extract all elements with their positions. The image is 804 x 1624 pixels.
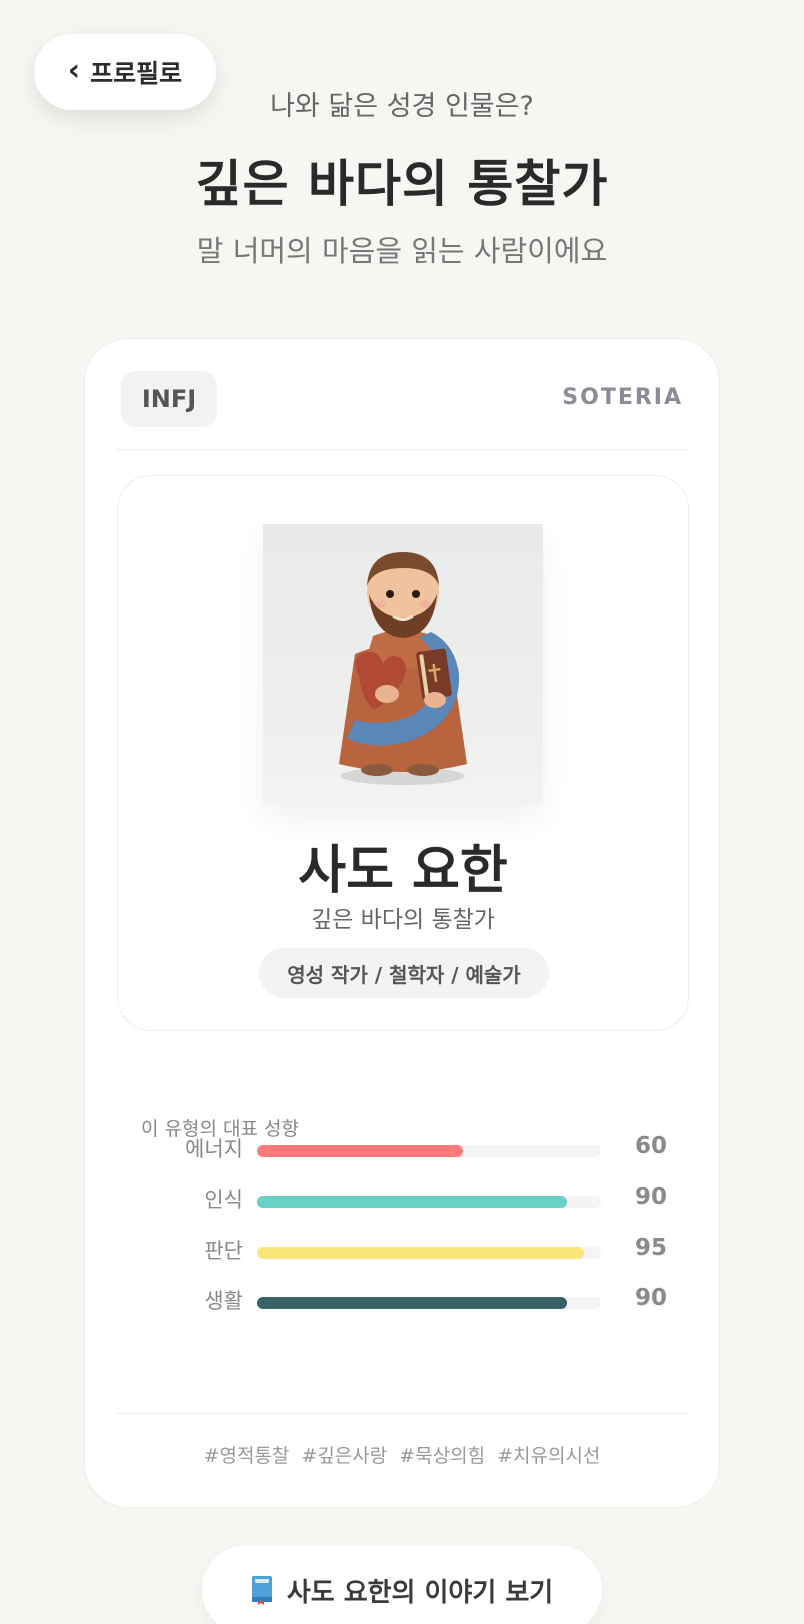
figure-panel: 사도 요한 깊은 바다의 통찰가 영성 작가 / 철학자 / 예술가 [117,475,689,1031]
trait-fill [257,1247,584,1259]
mbti-badge: INFJ [121,371,217,427]
hashtag: #묵상의힘 [399,1445,486,1467]
hashtag: #영적통찰 [203,1445,290,1467]
hashtag-list: #영적통찰 #깊은사랑 #묵상의힘 #치유의시선 [85,1441,719,1468]
trait-row-lifestyle: 생활 90 [85,1283,719,1319]
trait-value: 95 [634,1235,667,1261]
divider [117,1413,687,1414]
card-header: INFJ SOTERIA [85,339,719,449]
trait-row-perception: 인식 90 [85,1182,719,1218]
trait-fill [257,1145,464,1157]
chevron-left-icon: ‹ [67,53,81,88]
trait-value: 60 [634,1133,667,1159]
trait-row-judgment: 판단 95 [85,1233,719,1269]
trait-label: 인식 [204,1188,243,1212]
figure-title: 깊은 바다의 통찰가 [311,907,495,933]
trait-track [257,1145,601,1157]
trait-track [257,1247,601,1259]
trait-track [257,1297,601,1309]
trait-label: 에너지 [185,1137,243,1161]
trait-fill [257,1297,567,1309]
question-text: 나와 닮은 성경 인물은? [270,91,534,122]
divider [117,449,687,450]
trait-label: 생활 [204,1289,243,1313]
trait-fill [257,1196,567,1208]
view-story-label: 사도 요한의 이야기 보기 [286,1577,554,1608]
figure-illustration [263,524,543,804]
trait-track [257,1196,601,1208]
result-card: INFJ SOTERIA 사도 요한 깊은 바다의 통찰가 영성 작가 / 철학… [84,338,720,1508]
trait-row-energy: 에너지 60 [85,1131,719,1167]
figure-name: 사도 요한 [298,840,508,901]
view-story-button[interactable]: 사도 요한의 이야기 보기 [202,1545,602,1624]
trait-value: 90 [634,1184,667,1210]
hashtag: #치유의시선 [497,1445,601,1467]
book-icon [251,1576,272,1605]
apostle-figurine-image [339,552,467,785]
roles-badge: 영성 작가 / 철학자 / 예술가 [259,948,549,998]
page-subtitle: 말 너머의 마음을 읽는 사람이에요 [196,234,608,268]
result-page: ‹ 프로필로 나와 닮은 성경 인물은? 깊은 바다의 통찰가 말 너머의 마음… [0,0,804,1624]
hashtag: #깊은사랑 [301,1445,388,1467]
brand-label: SOTERIA [562,385,683,410]
page-title: 깊은 바다의 통찰가 [195,154,609,213]
trait-label: 판단 [204,1239,243,1263]
trait-value: 90 [634,1285,667,1311]
